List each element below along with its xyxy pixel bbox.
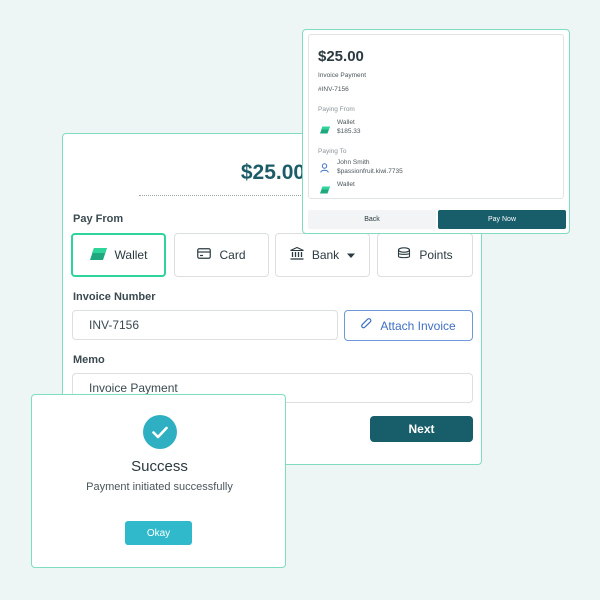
paperclip-icon [361, 317, 372, 334]
next-button[interactable]: Next [370, 416, 473, 442]
wallet-icon [320, 121, 330, 139]
invoice-number-input[interactable]: INV-7156 [72, 310, 338, 340]
summary-details: $25.00 Invoice Payment #INV-7156 Paying … [308, 34, 564, 199]
memo-value: Invoice Payment [89, 381, 178, 395]
wallet-icon [320, 181, 330, 199]
success-dialog: Success Payment initiated successfully O… [31, 394, 286, 568]
pay-now-button[interactable]: Pay Now [438, 210, 566, 229]
payment-summary-card: $25.00 Invoice Payment #INV-7156 Paying … [302, 29, 570, 234]
memo-label: Memo [73, 354, 105, 366]
card-icon [197, 248, 212, 262]
check-circle-icon [143, 415, 177, 449]
method-bank-button[interactable]: Bank [275, 233, 370, 277]
coins-icon [397, 247, 411, 263]
user-icon [320, 160, 329, 178]
invoice-number-label: Invoice Number [73, 291, 156, 303]
attach-invoice-label: Attach Invoice [380, 318, 456, 333]
paying-to-handle: $passionfruit.kiwi.7735 [337, 168, 403, 175]
chevron-down-icon [347, 248, 356, 262]
wallet-icon [89, 247, 107, 264]
summary-description: Invoice Payment [318, 72, 367, 79]
method-points-button[interactable]: Points [377, 233, 473, 277]
method-card-label: Card [219, 248, 246, 262]
method-wallet-label: Wallet [114, 248, 148, 262]
attach-invoice-button[interactable]: Attach Invoice [344, 310, 473, 341]
method-wallet-button[interactable]: Wallet [71, 233, 166, 277]
summary-invoice-ref: #INV-7156 [318, 86, 349, 93]
okay-button[interactable]: Okay [125, 521, 192, 545]
method-card-button[interactable]: Card [174, 233, 269, 277]
success-title: Success [131, 458, 188, 475]
method-bank-label: Bank [311, 248, 340, 262]
paying-to-label: Paying To [318, 148, 347, 155]
success-message: Payment initiated successfully [86, 481, 233, 493]
bank-icon [290, 246, 304, 263]
pay-from-label: Pay From [73, 213, 124, 225]
summary-amount: $25.00 [318, 48, 364, 65]
method-points-label: Points [419, 248, 453, 262]
invoice-number-value: INV-7156 [89, 318, 140, 332]
paying-from-balance: $185.33 [337, 128, 361, 135]
back-button[interactable]: Back [308, 210, 436, 229]
amount-divider [139, 195, 329, 196]
paying-to-name: John Smith [337, 159, 370, 166]
paying-to-method: Wallet [337, 181, 355, 188]
paying-from-name: Wallet [337, 119, 355, 126]
paying-from-label: Paying From [318, 106, 355, 113]
